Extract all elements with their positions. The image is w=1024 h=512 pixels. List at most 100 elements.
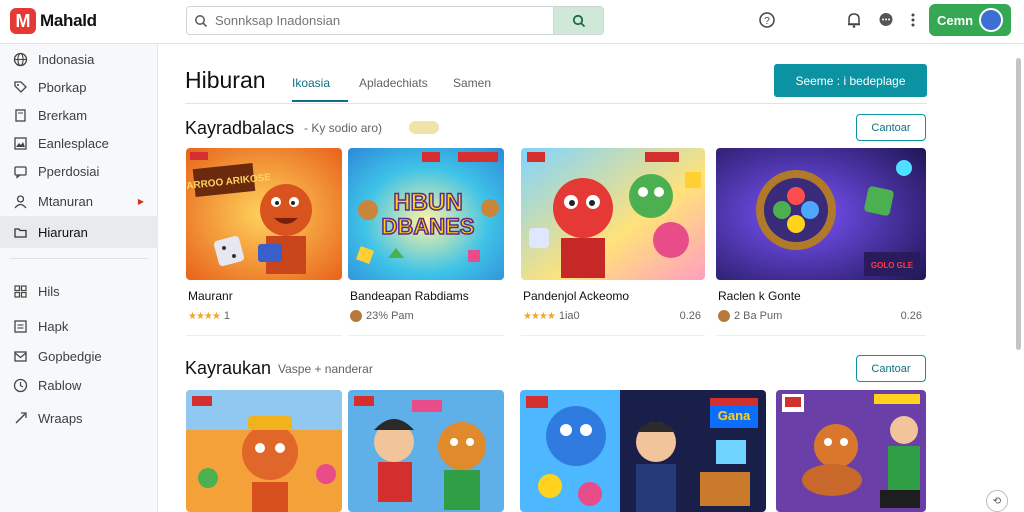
- list-icon: [12, 318, 28, 334]
- section-subtitle: Vaspe + nanderar: [278, 362, 373, 376]
- sidebar-divider: [10, 258, 148, 259]
- sidebar-item-wraaps[interactable]: Wraaps: [0, 403, 158, 433]
- sidebar-item-indonasia[interactable]: Indonasia: [0, 44, 158, 74]
- scrollbar-thumb[interactable]: [1016, 58, 1021, 350]
- folder-icon: [12, 224, 28, 240]
- game-meta: ★★★★ 1ia0: [523, 310, 580, 322]
- developer-avatar: [350, 310, 362, 322]
- rating-stars-icon: ★★★★: [523, 310, 556, 322]
- svg-text:Gana: Gana: [718, 408, 751, 423]
- bell-icon[interactable]: [843, 9, 865, 31]
- help-icon[interactable]: ?: [756, 9, 778, 31]
- game-thumbnail[interactable]: [776, 390, 926, 512]
- game-meta-text: 1: [223, 310, 230, 322]
- view-all-button[interactable]: Cantoar: [856, 114, 926, 141]
- sidebar-item-label: Pborkap: [38, 79, 87, 95]
- sidebar-item-label: Hapk: [38, 318, 69, 334]
- sidebar-item-label: Hils: [38, 283, 60, 299]
- image-icon: [12, 135, 28, 151]
- game-thumbnail[interactable]: WARROO ARIKOSE: [186, 148, 342, 280]
- sidebar-item-label: Eanlesplace: [38, 135, 109, 151]
- main-content: Hiburan Ikoasia Apladechiats Samen Seeme…: [159, 44, 1009, 512]
- sidebar-item-hapk[interactable]: Hapk: [0, 311, 158, 341]
- sidebar-item-label: Hiaruran: [38, 224, 88, 240]
- game-thumbnail[interactable]: HBUN DBANES: [348, 148, 504, 280]
- logo[interactable]: M Mahald: [10, 7, 97, 35]
- tab-samen[interactable]: Samen: [453, 76, 491, 90]
- sidebar-item-brerkam[interactable]: Brerkam: [0, 100, 158, 130]
- search-submit-icon: [572, 14, 585, 27]
- grid-icon: [12, 283, 28, 299]
- game-card[interactable]: Pandenjol Ackeomo ★★★★ 1ia0 0.26: [521, 148, 705, 336]
- svg-text:?: ?: [764, 16, 770, 27]
- game-meta: 23% Pam: [350, 310, 414, 322]
- tag-icon: [12, 79, 28, 95]
- section-title: Kayradbalacs: [185, 118, 295, 138]
- rating-stars-icon: ★★★★: [188, 310, 221, 322]
- view-all-button[interactable]: Cantoar: [856, 355, 926, 382]
- page-title: Hiburan: [185, 67, 266, 93]
- tab-apladechiats[interactable]: Apladechiats: [359, 76, 428, 90]
- sidebar-item-hiaruran[interactable]: Hiaruran: [0, 216, 158, 248]
- chat-icon[interactable]: [875, 9, 897, 31]
- sidebar-item-label: Wraaps: [38, 410, 83, 426]
- chevron-right-icon: ▶: [137, 196, 144, 206]
- globe-icon: [12, 51, 28, 67]
- game-price: 0.26: [900, 310, 922, 322]
- game-price: 0.26: [679, 310, 701, 322]
- game-meta: ★★★★ 1: [188, 310, 230, 322]
- tag2-icon: [12, 410, 28, 426]
- game-card[interactable]: GOLO GLE Raclen k Gonte 2 Ba Pum 0.26: [716, 148, 926, 336]
- game-meta-text: 1ia0: [558, 310, 580, 322]
- thumb-text: DBANES: [382, 214, 475, 239]
- mail-icon: [12, 348, 28, 364]
- card-divider: [716, 335, 926, 336]
- game-meta: 2 Ba Pum: [718, 310, 782, 322]
- account-button[interactable]: Cemn: [929, 4, 1011, 36]
- sidebar-item-label: Rablow: [38, 377, 82, 393]
- search-bar: [186, 6, 604, 35]
- clock-icon: [12, 377, 28, 393]
- header-divider: [185, 103, 927, 104]
- sidebar-item-pperdosiai[interactable]: Pperdosiai: [0, 156, 158, 186]
- card-divider: [186, 335, 342, 336]
- game-thumbnail[interactable]: [186, 390, 342, 512]
- game-thumbnail[interactable]: [521, 148, 705, 280]
- top-bar: M Mahald ? Cemn: [0, 0, 1024, 44]
- sidebar-item-label: Gopbedgie: [38, 348, 102, 364]
- game-thumbnail[interactable]: Gana: [520, 390, 766, 512]
- sidebar-item-eanlesplace[interactable]: Eanlesplace: [0, 128, 158, 158]
- avatar: [979, 8, 1004, 32]
- sidebar-item-pborkap[interactable]: Pborkap: [0, 72, 158, 102]
- search-icon: [187, 7, 215, 34]
- game-title[interactable]: Mauranr: [188, 289, 233, 303]
- card-divider: [348, 335, 504, 336]
- game-thumbnail[interactable]: [348, 390, 504, 512]
- game-card[interactable]: WARROO ARIKOSE Mauranr ★★★★ 1: [186, 148, 342, 336]
- feedback-icon[interactable]: ⟲: [986, 490, 1008, 512]
- game-card[interactable]: HBUN DBANES Bandeapan Rabdiams 23% Pam: [348, 148, 504, 336]
- user-icon: [12, 193, 28, 209]
- sidebar-item-label: Pperdosiai: [38, 163, 100, 179]
- search-input[interactable]: [215, 7, 553, 34]
- search-button[interactable]: [553, 7, 603, 34]
- sidebar-item-rablow[interactable]: Rablow: [0, 370, 158, 400]
- sidebar-item-label: Mtanuran: [38, 193, 93, 209]
- sidebar-item-label: Brerkam: [38, 107, 88, 123]
- game-title[interactable]: Bandeapan Rabdiams: [350, 289, 469, 303]
- logo-text: Mahald: [40, 11, 97, 30]
- tab-ikoasia[interactable]: Ikoasia: [292, 76, 330, 90]
- sidebar: Indonasia Pborkap Brerkam Eanlesplace Pp…: [0, 44, 158, 512]
- developer-avatar: [718, 310, 730, 322]
- thumb-text: GOLO GLE: [871, 261, 914, 270]
- section-title: Kayraukan: [185, 358, 272, 378]
- sidebar-item-gopbedgie[interactable]: Gopbedgie: [0, 341, 158, 371]
- sidebar-item-mtanuran[interactable]: Mtanuran ▶: [0, 186, 158, 216]
- primary-action-button[interactable]: Seeme : i bedeplage: [774, 64, 927, 97]
- more-icon[interactable]: [902, 9, 924, 31]
- game-title[interactable]: Raclen k Gonte: [718, 289, 801, 303]
- logo-badge: M: [10, 8, 36, 34]
- game-title[interactable]: Pandenjol Ackeomo: [523, 289, 629, 303]
- game-thumbnail[interactable]: GOLO GLE: [716, 148, 926, 280]
- sidebar-item-hils[interactable]: Hils: [0, 276, 158, 306]
